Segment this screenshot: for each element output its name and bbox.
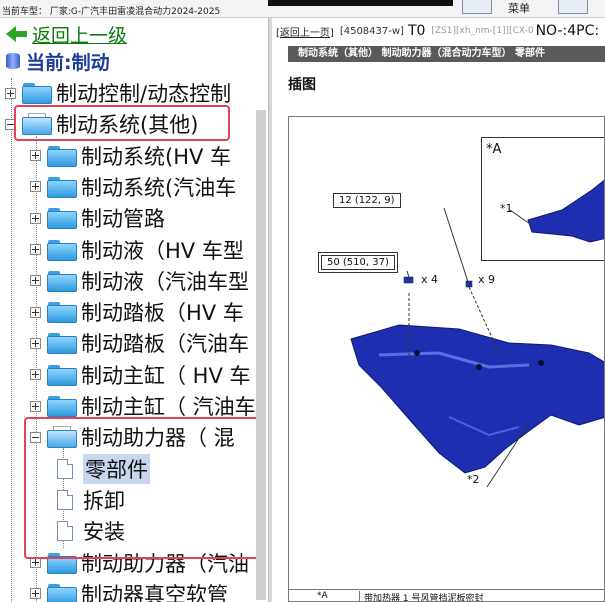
detail-inset: *A *1 (481, 137, 604, 261)
leader-line (443, 207, 470, 286)
car-info: 当前车型： 厂家:G-广汽丰田雷凌混合动力2024-2025 (2, 7, 221, 17)
folder-icon (47, 145, 77, 167)
tree-node-label: 制动踏板（HV 车 (81, 301, 244, 326)
current-category: 当前:制动 (6, 48, 110, 74)
tree-node-label: 制动踏板（汽油车 (81, 332, 249, 357)
tree-guide-line (11, 78, 12, 602)
leader-line (509, 209, 531, 225)
back-link[interactable]: 返回上一级 (32, 21, 127, 48)
navigation-tree: 返回上一级 当前:制动 制动控制/动态控制 制动系统(其他) 制动系统(HV 车制动… (0, 18, 268, 602)
highlight-box (24, 417, 260, 559)
back-page-link[interactable]: [返回上一页] (276, 24, 334, 39)
top-bar: 当前车型： 厂家:G-广汽丰田雷凌混合动力2024-2025 菜单 (0, 0, 605, 18)
expand-icon[interactable] (30, 306, 41, 318)
expand-icon[interactable] (5, 87, 16, 99)
tree-node[interactable]: 制动主缸（ HV 车 (30, 360, 251, 390)
folder-icon (47, 583, 77, 602)
folder-icon (47, 301, 77, 324)
legend-key: *A (317, 591, 328, 601)
tree-node[interactable]: 制动系统(汽油车 (30, 172, 236, 202)
leader-line (406, 270, 410, 278)
torque-callout: 50 (510, 37) (318, 252, 398, 273)
expand-icon[interactable] (30, 244, 41, 255)
folder-icon (47, 239, 77, 261)
doc-t0: T0 (407, 23, 426, 39)
bolt-hole (538, 360, 544, 366)
folder-icon (47, 176, 77, 198)
content-pane: [返回上一页] [4508437-w] T0 [ZS1][xh_nm-[1]][… (272, 18, 605, 602)
legend-value: 带加热器 1 号风管挡泥板密封 (359, 591, 483, 601)
tree-scrollbar[interactable] (256, 110, 266, 600)
tree-node-label: 制动液（汽油车型 (81, 269, 249, 294)
expand-icon[interactable] (30, 369, 41, 381)
clip-icon (465, 280, 473, 288)
folder-icon (22, 82, 52, 104)
expand-icon[interactable] (30, 181, 41, 193)
expand-icon[interactable] (30, 150, 41, 162)
content-header: [返回上一页] [4508437-w] T0 [ZS1][xh_nm-[1]][… (276, 22, 599, 40)
menu-button[interactable]: 菜单 (508, 0, 530, 16)
doc-code: [4508437-w] (339, 25, 404, 37)
toolbar-button[interactable] (462, 0, 492, 14)
tree-node[interactable]: 制动控制/动态控制 (5, 78, 231, 108)
tree-node[interactable]: 制动管路 (30, 203, 165, 233)
back-row[interactable]: 返回上一级 (6, 21, 127, 48)
doc-meta: [ZS1][xh_nm-[1]][CX-0 (431, 26, 534, 36)
folder-icon (47, 364, 77, 386)
expand-icon[interactable] (30, 212, 41, 224)
expand-icon[interactable] (30, 588, 41, 600)
toolbar-dark-strip (268, 0, 453, 6)
tree-node-label: 制动系统(HV 车 (81, 144, 232, 169)
quantity-label: x 4 (421, 273, 439, 286)
inset-part-drawing (509, 179, 604, 243)
label-star2: *2 (467, 473, 480, 486)
tree-node[interactable]: 制动系统(HV 车 (30, 141, 231, 171)
bolt-hole (414, 350, 420, 356)
current-category-label: 当前:制动 (26, 51, 110, 74)
bolt-icon (403, 276, 414, 284)
legend-row: *A 带加热器 1 号风管挡泥板密封 (289, 589, 604, 601)
tree-node[interactable]: 制动液（HV 车型 (30, 235, 244, 265)
page-title: 制动系统（其他） 制动助力器（混合动力车型） 零部件 (288, 46, 605, 62)
expand-icon[interactable] (30, 275, 41, 287)
expand-icon[interactable] (30, 400, 41, 412)
folder-icon (47, 270, 77, 292)
fender-seal-part (350, 324, 604, 474)
tree-node-label: 制动控制/动态控制 (56, 82, 232, 106)
bolt-hole (476, 364, 482, 370)
label-star1: *1 (500, 202, 513, 215)
tree-node-label: 制动器真空软管 (81, 582, 228, 602)
tree-node-label: 制动主缸（ HV 车 (81, 363, 251, 388)
folder-icon (47, 395, 77, 417)
quantity-label: x 9 (478, 273, 496, 286)
toolbar-button[interactable] (558, 0, 588, 14)
tree-node-label: 制动液（HV 车型 (81, 238, 244, 263)
tree-node-label: 制动管路 (81, 207, 165, 232)
database-icon (6, 51, 20, 71)
tree-node[interactable]: 制动踏板（HV 车 (30, 297, 244, 327)
back-arrow-icon[interactable] (6, 24, 28, 44)
doc-number: NO-:4PC: (535, 23, 600, 39)
tree-node-label: 制动系统(汽油车 (81, 175, 237, 200)
highlight-box (14, 105, 230, 141)
illustration: *A *1 12 (122, 9) 50 (510, 37) x 4 x 9 *… (288, 116, 605, 602)
torque-callout: 12 (122, 9) (333, 193, 401, 208)
expand-icon[interactable] (30, 337, 41, 349)
folder-icon (47, 332, 77, 355)
folder-icon (47, 207, 77, 230)
tree-node[interactable]: 制动液（汽油车型 (30, 266, 249, 296)
section-heading: 插图 (288, 77, 316, 93)
tree-node[interactable]: 制动器真空软管 (30, 579, 228, 602)
inset-part (527, 179, 604, 243)
tree-node[interactable]: 制动踏板（汽油车 (30, 328, 249, 358)
